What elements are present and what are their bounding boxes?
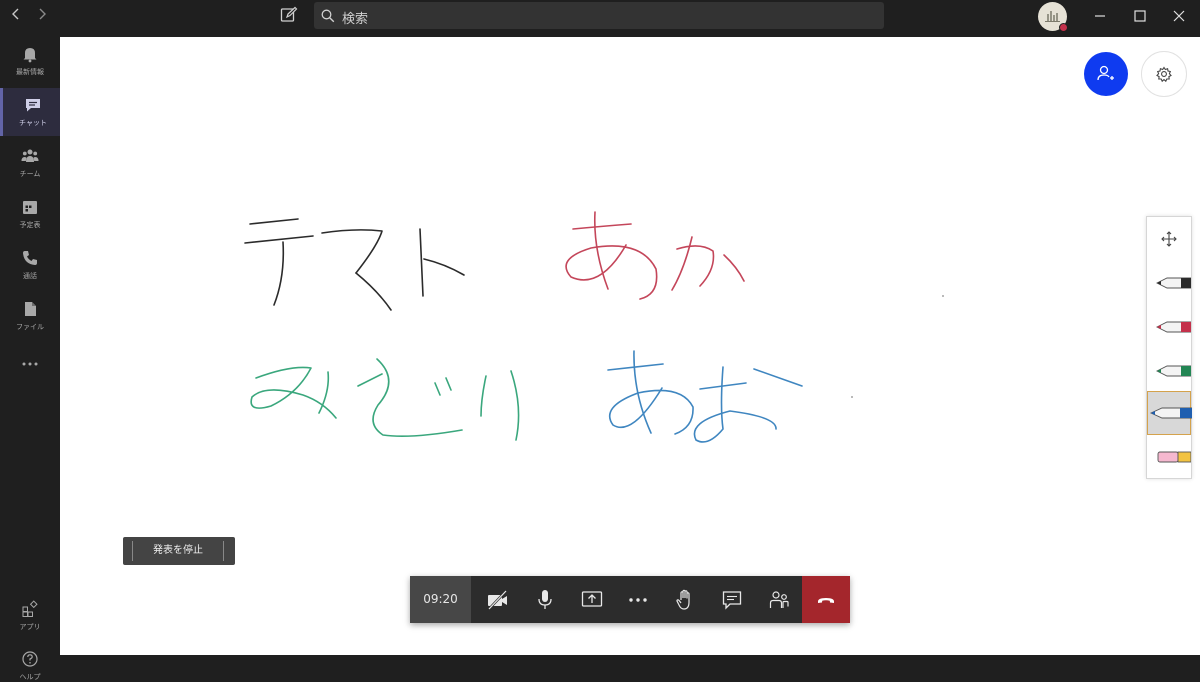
status-badge [1059, 23, 1068, 32]
green-pen-icon [1155, 365, 1192, 377]
raise-hand-button[interactable] [661, 576, 708, 623]
back-arrow-icon[interactable] [8, 6, 24, 26]
rail-item-help[interactable]: ヘルプ [0, 642, 60, 682]
more-icon [629, 598, 647, 602]
green-pen-tool[interactable] [1147, 349, 1192, 393]
rail-item-label: 通話 [23, 272, 37, 280]
file-icon [25, 302, 36, 316]
more-actions-button[interactable] [614, 576, 661, 623]
stop-presenting-label: 発表を停止 [132, 541, 224, 561]
rail-item-label: アプリ [19, 623, 41, 631]
rail-item-activity[interactable]: 最新情報 [0, 37, 60, 85]
chat-icon [722, 591, 742, 610]
camera-button[interactable] [474, 576, 521, 623]
black-pen-tool[interactable] [1147, 261, 1192, 305]
calendar-icon [23, 201, 37, 214]
avatar[interactable] [1038, 2, 1068, 32]
maximize-icon[interactable] [1132, 8, 1148, 24]
ink-toolbar [1146, 216, 1193, 479]
apps-icon [22, 600, 38, 617]
help-icon [22, 651, 38, 667]
rail-item-label: ファイル [16, 323, 44, 331]
close-icon[interactable] [1171, 8, 1187, 24]
rail-item-label: 予定表 [19, 221, 41, 229]
app-rail: 最新情報 チャット チーム 予定表 通話 ファイル アプリ ヘルプ [0, 37, 60, 682]
forward-arrow-icon[interactable] [34, 6, 50, 26]
chat-button[interactable] [708, 576, 755, 623]
call-controls: 09:20 [410, 576, 850, 623]
rail-item-apps[interactable]: アプリ [0, 592, 60, 640]
rail-item-label: ヘルプ [19, 673, 41, 681]
rail-item-more[interactable] [0, 347, 60, 381]
rail-item-calendar[interactable]: 予定表 [0, 190, 60, 238]
raise-hand-icon [676, 589, 690, 610]
camera-off-icon [488, 590, 507, 610]
add-person-icon [1097, 65, 1114, 81]
search-input[interactable]: 検索 [314, 2, 884, 29]
rail-item-label: 最新情報 [16, 68, 44, 76]
bottom-strip [60, 655, 1200, 682]
bell-icon [23, 48, 37, 63]
participants-icon [769, 591, 789, 608]
title-bar: 検索 [0, 0, 1200, 32]
highlighter-tool[interactable] [1147, 435, 1192, 479]
black-pen-icon [1155, 277, 1192, 289]
minimize-icon[interactable] [1092, 8, 1108, 24]
search-placeholder: 検索 [342, 12, 369, 27]
ink-red [565, 211, 745, 300]
rail-item-teams[interactable]: チーム [0, 139, 60, 187]
pan-icon [1161, 231, 1177, 247]
rail-item-label: チャット [19, 119, 47, 127]
ink-green [250, 358, 520, 441]
highlighter-icon [1157, 451, 1192, 463]
red-pen-icon [1155, 321, 1192, 333]
search-icon [321, 8, 335, 27]
teams-icon [21, 149, 39, 162]
compose-icon[interactable] [280, 6, 298, 24]
rail-item-chat[interactable]: チャット [0, 88, 60, 136]
phone-icon [23, 251, 37, 265]
blue-pen-tool[interactable] [1147, 391, 1193, 435]
chat-icon [26, 99, 40, 112]
hang-up-icon [818, 598, 834, 603]
share-icon [581, 591, 603, 607]
ink-black [244, 218, 465, 311]
call-timer: 09:20 [410, 576, 471, 623]
ink-blue [607, 350, 803, 443]
settings-button[interactable] [1141, 51, 1187, 97]
participants-button[interactable] [755, 576, 802, 623]
hang-up-button[interactable] [802, 576, 850, 623]
rail-item-label: チーム [19, 170, 41, 178]
gear-icon [1156, 66, 1172, 83]
invite-button[interactable] [1084, 52, 1128, 96]
stop-presenting-button[interactable]: 発表を停止 [123, 537, 235, 565]
mic-icon [538, 590, 552, 609]
rail-item-files[interactable]: ファイル [0, 292, 60, 340]
blue-pen-icon [1149, 407, 1193, 419]
share-button[interactable] [568, 576, 615, 623]
more-icon [22, 362, 38, 366]
mic-button[interactable] [521, 576, 568, 623]
pan-tool[interactable] [1147, 217, 1191, 261]
rail-item-calls[interactable]: 通話 [0, 241, 60, 289]
red-pen-tool[interactable] [1147, 305, 1192, 349]
